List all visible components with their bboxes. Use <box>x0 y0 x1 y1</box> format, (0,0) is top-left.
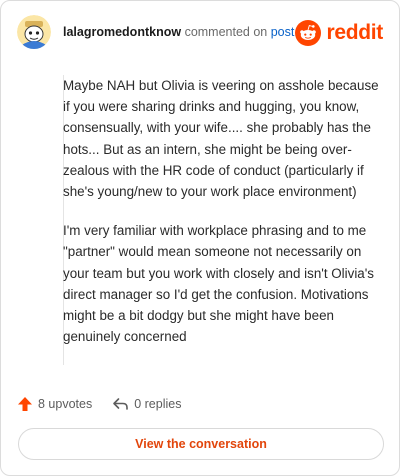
comment-header: lalagromedontknow commented on post redd… <box>17 15 383 51</box>
comment-stats: 8 upvotes 0 replies <box>17 393 181 415</box>
reddit-logo[interactable]: reddit <box>295 19 383 47</box>
upvotes-stat[interactable]: 8 upvotes <box>17 396 92 412</box>
view-conversation-button[interactable]: View the conversation <box>18 428 384 460</box>
view-conversation-label: View the conversation <box>135 437 267 451</box>
comment-body: Maybe NAH but Olivia is veering on assho… <box>63 75 386 366</box>
reply-arrow-icon <box>113 398 129 410</box>
comment-meta: lalagromedontknow commented on post <box>63 25 294 39</box>
action-text: commented on <box>184 25 268 39</box>
snoo-avatar-icon <box>17 15 51 49</box>
comment-paragraph-1: Maybe NAH but Olivia is veering on assho… <box>63 78 379 200</box>
avatar[interactable] <box>17 15 51 49</box>
post-link[interactable]: post <box>271 25 295 39</box>
reddit-wordmark: reddit <box>326 21 383 44</box>
comment-card: lalagromedontknow commented on post redd… <box>0 0 400 476</box>
replies-stat[interactable]: 0 replies <box>112 396 181 412</box>
reddit-snoo-icon <box>295 20 322 46</box>
upvotes-count: 8 upvotes <box>38 397 93 411</box>
replies-count: 0 replies <box>134 397 182 411</box>
upvote-arrow-icon <box>18 397 32 411</box>
comment-paragraph-2: I'm very familiar with workplace phrasin… <box>63 223 374 345</box>
username[interactable]: lalagromedontknow <box>63 25 181 39</box>
